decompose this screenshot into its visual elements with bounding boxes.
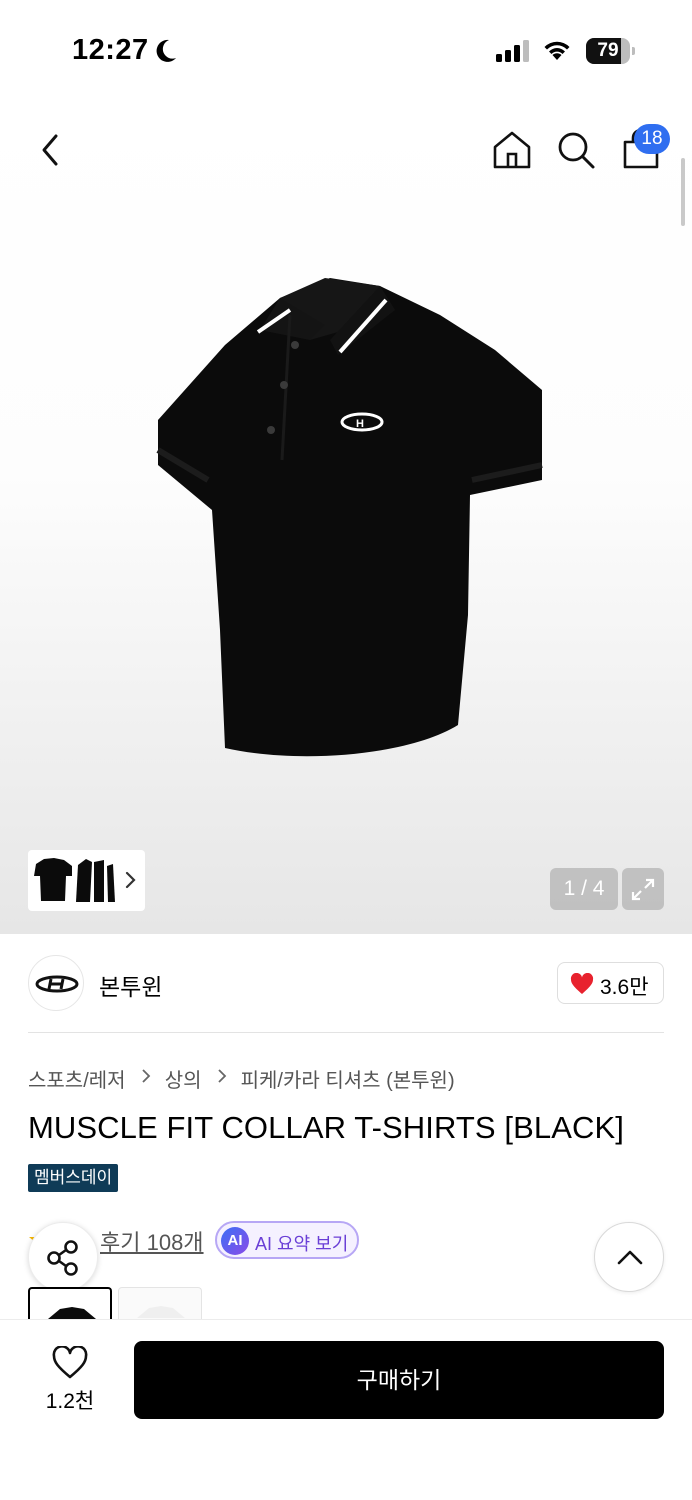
review-count-link[interactable]: 후기 108개 [100,1225,204,1257]
breadcrumb-item[interactable]: 상의 [165,1064,202,1093]
chevron-up-icon [617,1250,643,1265]
ai-summary-button[interactable]: AI AI 요약 보기 [215,1221,359,1259]
wifi-icon [544,41,570,60]
share-icon [47,1240,78,1276]
expand-button[interactable] [622,868,664,910]
chevron-right-icon[interactable] [124,868,138,892]
svg-text:H: H [356,418,364,430]
scroll-to-top-button[interactable] [594,1222,664,1292]
battery-percent: 79 [597,40,619,61]
breadcrumb-item[interactable]: 피케/카라 티셔츠 (본투윈) [241,1064,455,1093]
ai-icon: AI [221,1227,249,1255]
share-button[interactable] [28,1222,98,1292]
status-bar: 12:27 79 [0,0,692,100]
heart-icon [570,973,594,994]
battery-icon: 79 [586,38,635,64]
cart-count-badge: 18 [634,124,670,154]
breadcrumb: 스포츠/레저 상의 피케/카라 티셔츠 (본투윈) [28,1064,455,1093]
brand-name[interactable]: 본투윈 [99,968,162,1002]
product-image: H [156,278,543,757]
chevron-right-icon [142,1069,151,1083]
status-time: 12:27 [72,34,149,66]
color-option-black[interactable] [28,1287,112,1319]
member-day-badge: 멤버스데이 [28,1164,119,1192]
brand-like-button[interactable]: 3.6만 [557,962,664,1004]
moon-icon [156,39,176,62]
divider [28,1032,664,1033]
buy-button[interactable]: 구매하기 [134,1341,664,1419]
expand-icon [631,878,655,901]
brand-logo[interactable] [28,955,84,1011]
back-arrow-icon[interactable] [32,128,72,172]
ai-summary-label: AI 요약 보기 [255,1234,349,1254]
signal-icon [496,40,529,62]
color-option-image [48,1307,96,1319]
product-title: MUSCLE FIT COLLAR T-SHIRTS [BLACK] [28,1110,625,1145]
heart-outline-icon[interactable] [51,1346,89,1380]
brand-logo-mark [35,975,79,993]
brand-like-count: 3.6만 [600,976,649,999]
color-option-image [137,1306,185,1318]
wish-count: 1.2천 [45,1390,95,1413]
image-counter: 1 / 4 [550,868,618,910]
scrollbar[interactable] [681,158,685,226]
color-option-white[interactable] [118,1287,202,1319]
search-icon[interactable] [554,128,598,172]
breadcrumb-item[interactable]: 스포츠/레저 [28,1064,126,1093]
chevron-right-icon [218,1069,227,1083]
home-icon[interactable] [490,128,534,172]
